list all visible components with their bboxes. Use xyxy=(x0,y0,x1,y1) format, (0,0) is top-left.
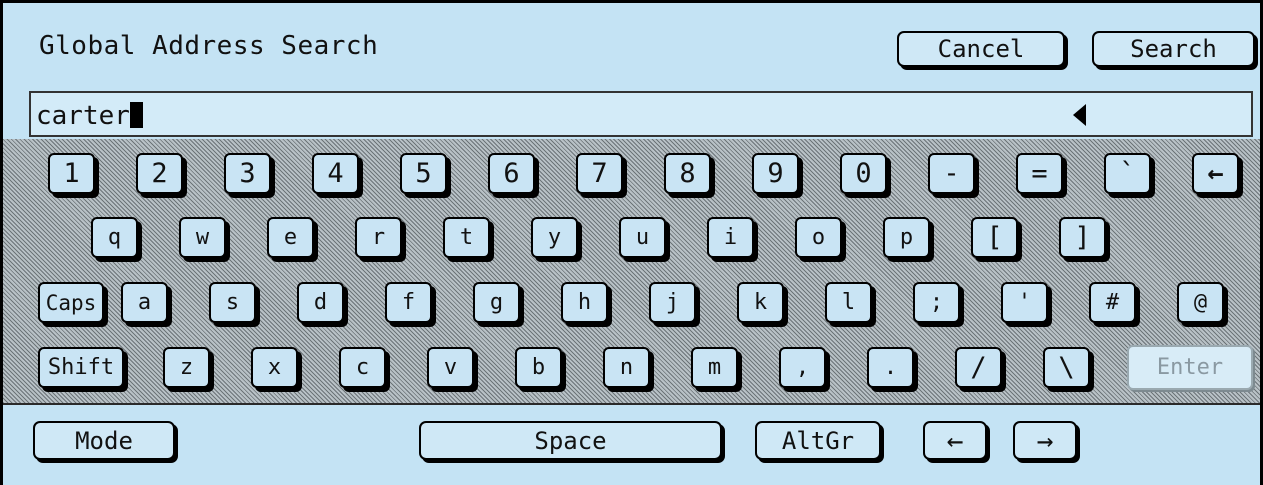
key-minus[interactable]: - xyxy=(928,153,975,194)
key-m[interactable]: m xyxy=(691,347,738,388)
key-v[interactable]: v xyxy=(427,347,474,388)
key-semicolon[interactable]: ; xyxy=(913,282,960,323)
key-4[interactable]: 4 xyxy=(312,153,359,194)
key-apostrophe[interactable]: ' xyxy=(1001,282,1048,323)
key-x[interactable]: x xyxy=(251,347,298,388)
key-i[interactable]: i xyxy=(707,217,754,258)
bottom-toolbar: Mode Space AltGr ← → xyxy=(3,403,1260,485)
key-u[interactable]: u xyxy=(619,217,666,258)
key-1[interactable]: 1 xyxy=(48,153,95,194)
keyboard-screen: Global Address Search Cancel Search cart… xyxy=(0,0,1263,485)
backspace-key[interactable]: ← xyxy=(1192,153,1239,194)
text-cursor xyxy=(129,102,143,128)
key-comma[interactable]: , xyxy=(779,347,826,388)
key-j[interactable]: j xyxy=(649,282,696,323)
key-8[interactable]: 8 xyxy=(664,153,711,194)
key-right-bracket[interactable]: ] xyxy=(1059,217,1106,258)
key-q[interactable]: q xyxy=(91,217,138,258)
key-z[interactable]: z xyxy=(163,347,210,388)
mode-button[interactable]: Mode xyxy=(33,421,175,460)
key-7[interactable]: 7 xyxy=(576,153,623,194)
key-slash[interactable]: / xyxy=(955,347,1002,388)
key-n[interactable]: n xyxy=(603,347,650,388)
key-k[interactable]: k xyxy=(737,282,784,323)
key-6[interactable]: 6 xyxy=(488,153,535,194)
key-3[interactable]: 3 xyxy=(224,153,271,194)
cancel-button[interactable]: Cancel xyxy=(897,31,1065,67)
cursor-left-button[interactable]: ← xyxy=(923,421,987,460)
left-triangle-icon xyxy=(1073,104,1086,126)
search-input[interactable]: carter xyxy=(29,91,1253,137)
shift-key[interactable]: Shift xyxy=(38,347,124,388)
key-b[interactable]: b xyxy=(515,347,562,388)
key-backslash[interactable]: \ xyxy=(1043,347,1090,388)
key-2[interactable]: 2 xyxy=(136,153,183,194)
key-c[interactable]: c xyxy=(339,347,386,388)
key-equals[interactable]: = xyxy=(1016,153,1063,194)
space-button[interactable]: Space xyxy=(419,421,722,460)
key-backtick[interactable]: ` xyxy=(1104,153,1151,194)
key-p[interactable]: p xyxy=(883,217,930,258)
key-0[interactable]: 0 xyxy=(840,153,887,194)
key-s[interactable]: s xyxy=(209,282,256,323)
header: Global Address Search Cancel Search xyxy=(3,3,1260,89)
key-h[interactable]: h xyxy=(561,282,608,323)
key-t[interactable]: t xyxy=(443,217,490,258)
key-hash[interactable]: # xyxy=(1089,282,1136,323)
search-input-value: carter xyxy=(36,101,143,131)
key-w[interactable]: w xyxy=(179,217,226,258)
cursor-right-button[interactable]: → xyxy=(1013,421,1077,460)
caps-key[interactable]: Caps xyxy=(38,282,104,323)
key-at[interactable]: @ xyxy=(1177,282,1224,323)
key-period[interactable]: . xyxy=(867,347,914,388)
key-o[interactable]: o xyxy=(795,217,842,258)
key-a[interactable]: a xyxy=(121,282,168,323)
key-e[interactable]: e xyxy=(267,217,314,258)
enter-key[interactable]: Enter xyxy=(1127,345,1253,390)
key-g[interactable]: g xyxy=(473,282,520,323)
on-screen-keyboard: 1 2 3 4 5 6 7 8 9 0 - = ` ← q w e r t y … xyxy=(3,139,1260,403)
key-left-bracket[interactable]: [ xyxy=(971,217,1018,258)
altgr-button[interactable]: AltGr xyxy=(755,421,881,460)
page-title: Global Address Search xyxy=(39,31,379,61)
key-r[interactable]: r xyxy=(355,217,402,258)
key-5[interactable]: 5 xyxy=(400,153,447,194)
key-y[interactable]: y xyxy=(531,217,578,258)
search-button[interactable]: Search xyxy=(1092,31,1255,67)
key-l[interactable]: l xyxy=(825,282,872,323)
key-f[interactable]: f xyxy=(385,282,432,323)
key-d[interactable]: d xyxy=(297,282,344,323)
key-9[interactable]: 9 xyxy=(752,153,799,194)
